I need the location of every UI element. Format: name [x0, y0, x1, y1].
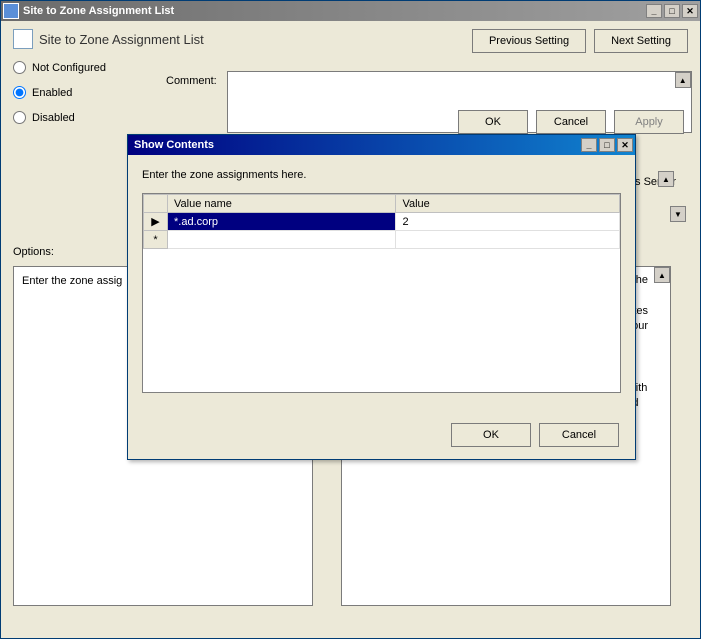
- cancel-button[interactable]: Cancel: [536, 110, 606, 134]
- table-row-new[interactable]: *: [144, 231, 620, 249]
- cell-name-new[interactable]: [168, 231, 396, 249]
- zone-assignment-grid[interactable]: Value name Value ▶ *.ad.corp 2 *: [142, 193, 621, 393]
- radio-disabled-input[interactable]: [13, 111, 26, 124]
- radio-not-configured-input[interactable]: [13, 61, 26, 74]
- dialog-close-button[interactable]: ✕: [617, 138, 633, 152]
- radio-enabled-label: Enabled: [32, 87, 72, 99]
- dialog-cancel-button[interactable]: Cancel: [539, 423, 619, 447]
- radio-disabled-label: Disabled: [32, 112, 75, 124]
- ok-button[interactable]: OK: [458, 110, 528, 134]
- cell-value[interactable]: 2: [396, 213, 620, 231]
- dialog-maximize-button[interactable]: □: [599, 138, 615, 152]
- cell-name[interactable]: *.ad.corp: [168, 213, 396, 231]
- options-label: Options:: [13, 246, 54, 258]
- dialog-instruction: Enter the zone assignments here.: [142, 169, 621, 181]
- minimize-button[interactable]: _: [646, 4, 662, 18]
- radio-not-configured-label: Not Configured: [32, 62, 106, 74]
- scroll-up-icon[interactable]: ▲: [654, 267, 670, 283]
- row-indicator-new-icon: *: [144, 231, 168, 249]
- main-titlebar: Site to Zone Assignment List _ □ ✕: [1, 1, 700, 21]
- options-text-fragment: Enter the zone assig: [22, 275, 122, 287]
- policy-title: Site to Zone Assignment List: [39, 32, 204, 47]
- column-header-name[interactable]: Value name: [168, 195, 396, 213]
- comment-label: Comment:: [166, 71, 217, 87]
- table-row[interactable]: ▶ *.ad.corp 2: [144, 213, 620, 231]
- close-button[interactable]: ✕: [682, 4, 698, 18]
- scroll-up-icon[interactable]: ▲: [675, 72, 691, 88]
- scroll-up-icon[interactable]: ▲: [658, 171, 674, 187]
- row-indicator-current-icon: ▶: [144, 213, 168, 231]
- radio-enabled-input[interactable]: [13, 86, 26, 99]
- main-title: Site to Zone Assignment List: [23, 5, 646, 17]
- column-header-value[interactable]: Value: [396, 195, 620, 213]
- dialog-titlebar: Show Contents _ □ ✕: [128, 135, 635, 155]
- apply-button: Apply: [614, 110, 684, 134]
- cell-value-new[interactable]: [396, 231, 620, 249]
- next-setting-button[interactable]: Next Setting: [594, 29, 688, 53]
- policy-icon: [13, 29, 33, 49]
- previous-setting-button[interactable]: Previous Setting: [472, 29, 586, 53]
- show-contents-dialog: Show Contents _ □ ✕ Enter the zone assig…: [127, 134, 636, 460]
- maximize-button[interactable]: □: [664, 4, 680, 18]
- window-icon: [3, 3, 19, 19]
- dialog-title: Show Contents: [130, 139, 581, 151]
- dialog-ok-button[interactable]: OK: [451, 423, 531, 447]
- dialog-minimize-button[interactable]: _: [581, 138, 597, 152]
- scroll-down-icon[interactable]: ▼: [670, 206, 686, 222]
- grid-corner: [144, 195, 168, 213]
